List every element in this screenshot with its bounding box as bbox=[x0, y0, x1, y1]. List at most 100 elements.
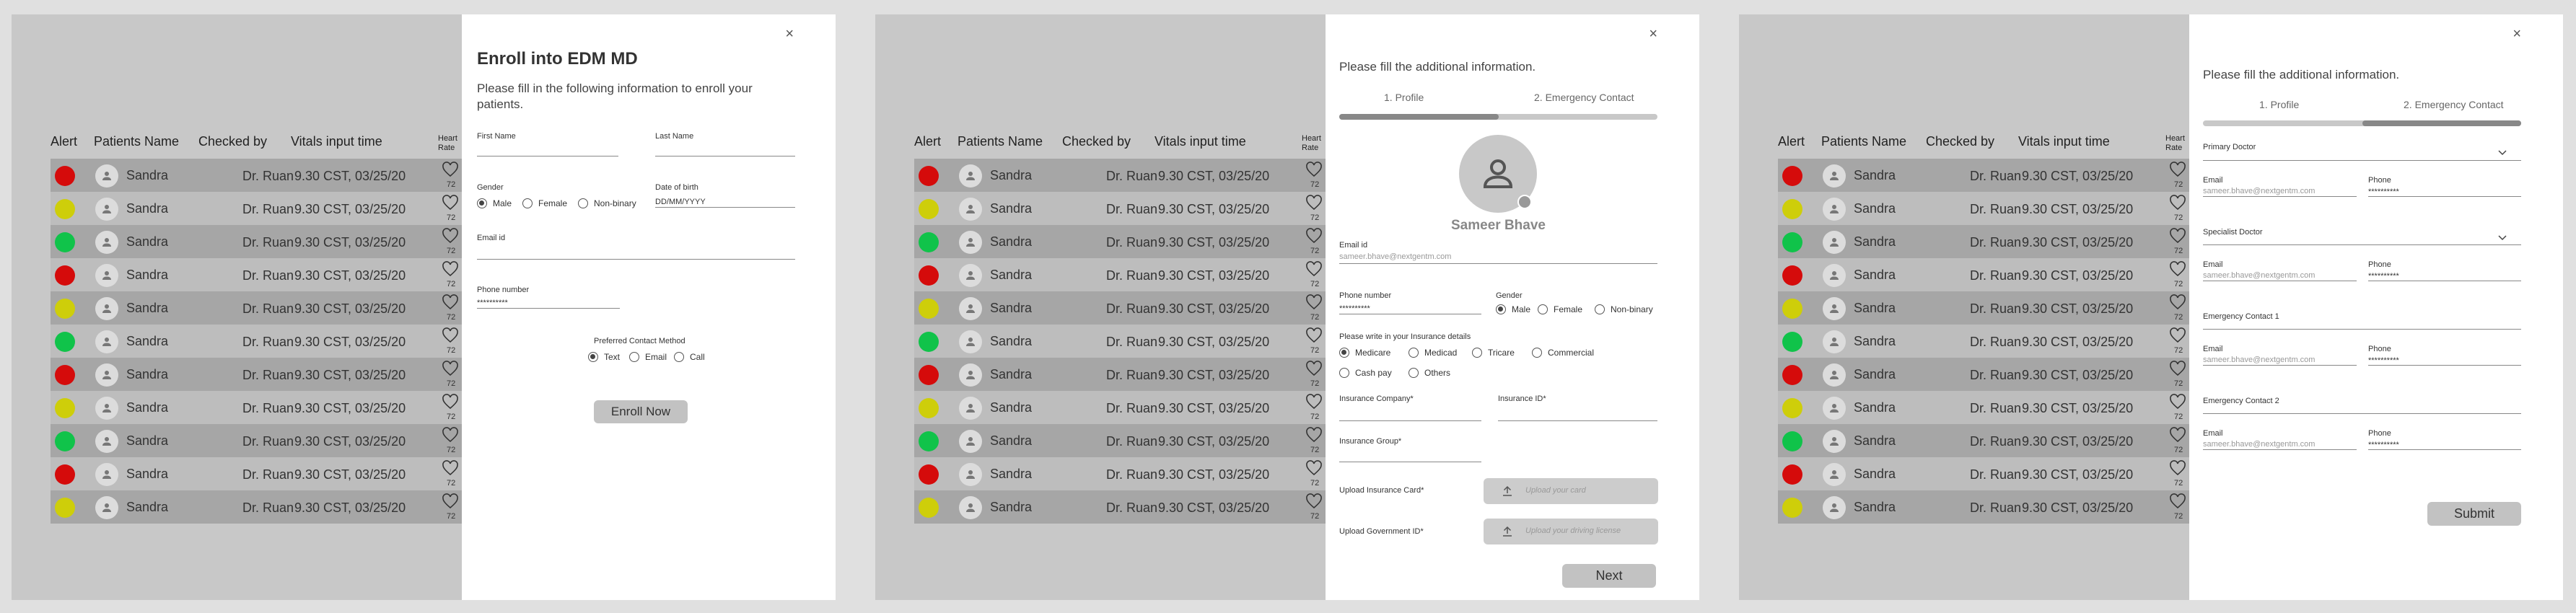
table-row[interactable]: Sandra Dr. Ruan 9.30 CST, 03/25/20 72 bbox=[914, 159, 1339, 192]
emergency-1-email-input[interactable] bbox=[2203, 365, 2357, 366]
table-row[interactable]: Sandra Dr. Ruan 9.30 CST, 03/25/20 72 bbox=[914, 391, 1339, 424]
phone-label: Phone bbox=[2368, 345, 2391, 353]
contact-call-radio[interactable]: Call bbox=[674, 352, 705, 362]
table-row[interactable]: Sandra Dr. Ruan 9.30 CST, 03/25/20 72 bbox=[51, 490, 475, 524]
table-row[interactable]: Sandra Dr. Ruan 9.30 CST, 03/25/20 72 bbox=[51, 225, 475, 258]
insurance-commercial-radio[interactable]: Commercial bbox=[1532, 348, 1594, 358]
insurance-others-radio[interactable]: Others bbox=[1409, 368, 1450, 378]
next-button[interactable]: Next bbox=[1562, 564, 1656, 588]
patient-name-cell: Sandra bbox=[126, 234, 169, 249]
checked-by-cell: Dr. Ruan bbox=[242, 434, 294, 449]
upload-gov-button[interactable]: Upload your driving license bbox=[1484, 519, 1658, 544]
table-row[interactable]: Sandra Dr. Ruan 9.30 CST, 03/25/20 72 bbox=[51, 457, 475, 490]
upload-card-button[interactable]: Upload your card bbox=[1484, 478, 1658, 504]
vitals-time-cell: 9.30 CST, 03/25/20 bbox=[2022, 368, 2134, 382]
table-row[interactable]: Sandra Dr. Ruan 9.30 CST, 03/25/20 72 bbox=[914, 225, 1339, 258]
gender-female-radio[interactable]: Female bbox=[522, 198, 567, 208]
specialist-doctor-select[interactable] bbox=[2203, 244, 2521, 245]
table-row[interactable]: Sandra Dr. Ruan 9.30 CST, 03/25/20 72 bbox=[914, 325, 1339, 358]
emergency-1-input[interactable] bbox=[2203, 329, 2521, 330]
table-row[interactable]: Sandra Dr. Ruan 9.30 CST, 03/25/20 72 bbox=[914, 424, 1339, 457]
gender-female-radio[interactable]: Female bbox=[1538, 304, 1582, 314]
table-row[interactable]: Sandra Dr. Ruan 9.30 CST, 03/25/20 72 bbox=[51, 424, 475, 457]
gender-nonbinary-radio[interactable]: Non-binary bbox=[578, 198, 636, 208]
enroll-now-button[interactable]: Enroll Now bbox=[594, 400, 688, 423]
table-row[interactable]: Sandra Dr. Ruan 9.30 CST, 03/25/20 72 bbox=[914, 291, 1339, 325]
table-row[interactable]: Sandra Dr. Ruan 9.30 CST, 03/25/20 72 bbox=[51, 391, 475, 424]
heart-rate-cell: 72 bbox=[447, 180, 456, 189]
phone-input[interactable] bbox=[477, 308, 620, 309]
contact-text-radio[interactable]: Text bbox=[588, 352, 620, 362]
insurance-cashpay-radio[interactable]: Cash pay bbox=[1339, 368, 1392, 378]
heart-icon bbox=[442, 394, 458, 410]
close-icon[interactable]: × bbox=[785, 26, 794, 43]
patient-name-cell: Sandra bbox=[1854, 400, 1896, 415]
checked-by-cell: Dr. Ruan bbox=[242, 368, 294, 382]
table-row[interactable]: Sandra Dr. Ruan 9.30 CST, 03/25/20 72 bbox=[914, 358, 1339, 391]
tab-emergency-contact[interactable]: 2. Emergency Contact bbox=[1534, 92, 1634, 103]
contact-email-radio[interactable]: Email bbox=[629, 352, 667, 362]
primary-email-input[interactable] bbox=[2203, 196, 2357, 197]
table-row[interactable]: Sandra Dr. Ruan 9.30 CST, 03/25/20 72 bbox=[51, 159, 475, 192]
insurance-id-input[interactable] bbox=[1498, 420, 1657, 421]
close-icon[interactable]: × bbox=[1649, 26, 1657, 43]
table-row[interactable]: Sandra Dr. Ruan 9.30 CST, 03/25/20 72 bbox=[1778, 258, 2202, 291]
tab-profile[interactable]: 1. Profile bbox=[2259, 99, 2299, 110]
gender-male-radio[interactable]: Male bbox=[477, 198, 512, 208]
table-row[interactable]: Sandra Dr. Ruan 9.30 CST, 03/25/20 72 bbox=[914, 457, 1339, 490]
table-row[interactable]: Sandra Dr. Ruan 9.30 CST, 03/25/20 72 bbox=[1778, 192, 2202, 225]
submit-button[interactable]: Submit bbox=[2427, 502, 2521, 526]
camera-icon[interactable] bbox=[1517, 195, 1532, 209]
table-row[interactable]: Sandra Dr. Ruan 9.30 CST, 03/25/20 72 bbox=[1778, 391, 2202, 424]
table-row[interactable]: Sandra Dr. Ruan 9.30 CST, 03/25/20 72 bbox=[1778, 291, 2202, 325]
email-input[interactable] bbox=[477, 259, 795, 260]
heart-rate-cell: 72 bbox=[2174, 379, 2183, 388]
heart-icon bbox=[2170, 327, 2186, 343]
emergency-2-input[interactable] bbox=[2203, 413, 2521, 414]
table-row[interactable]: Sandra Dr. Ruan 9.30 CST, 03/25/20 72 bbox=[51, 325, 475, 358]
table-row[interactable]: Sandra Dr. Ruan 9.30 CST, 03/25/20 72 bbox=[51, 258, 475, 291]
table-row[interactable]: Sandra Dr. Ruan 9.30 CST, 03/25/20 72 bbox=[914, 258, 1339, 291]
table-row[interactable]: Sandra Dr. Ruan 9.30 CST, 03/25/20 72 bbox=[1778, 424, 2202, 457]
table-row[interactable]: Sandra Dr. Ruan 9.30 CST, 03/25/20 72 bbox=[1778, 325, 2202, 358]
alert-indicator bbox=[1782, 299, 1802, 319]
primary-phone-input[interactable] bbox=[2368, 196, 2521, 197]
table-row[interactable]: Sandra Dr. Ruan 9.30 CST, 03/25/20 72 bbox=[51, 358, 475, 391]
checked-by-cell: Dr. Ruan bbox=[242, 169, 294, 183]
insurance-company-input[interactable] bbox=[1339, 420, 1481, 421]
vitals-time-cell: 9.30 CST, 03/25/20 bbox=[294, 169, 406, 183]
modal-subtitle: Please fill the additional information. bbox=[1339, 60, 1536, 74]
tab-profile[interactable]: 1. Profile bbox=[1384, 92, 1424, 103]
table-row[interactable]: Sandra Dr. Ruan 9.30 CST, 03/25/20 72 bbox=[1778, 457, 2202, 490]
dob-input[interactable] bbox=[655, 207, 795, 208]
gender-nonbinary-radio[interactable]: Non-binary bbox=[1595, 304, 1653, 314]
phone-label: Phone number bbox=[1339, 291, 1392, 300]
alert-indicator bbox=[919, 166, 939, 186]
emergency-1-phone-input[interactable] bbox=[2368, 365, 2521, 366]
tab-emergency-contact[interactable]: 2. Emergency Contact bbox=[2404, 99, 2504, 110]
table-row[interactable]: Sandra Dr. Ruan 9.30 CST, 03/25/20 72 bbox=[914, 490, 1339, 524]
table-row[interactable]: Sandra Dr. Ruan 9.30 CST, 03/25/20 72 bbox=[51, 192, 475, 225]
alert-indicator bbox=[55, 365, 75, 385]
alert-indicator bbox=[1782, 498, 1802, 518]
insurance-medicare-radio[interactable]: Medicare bbox=[1339, 348, 1390, 358]
checked-by-cell: Dr. Ruan bbox=[242, 268, 294, 283]
close-icon[interactable]: × bbox=[2513, 26, 2521, 43]
table-row[interactable]: Sandra Dr. Ruan 9.30 CST, 03/25/20 72 bbox=[914, 192, 1339, 225]
emergency-2-phone-input[interactable] bbox=[2368, 449, 2521, 450]
insurance-medicad-radio[interactable]: Medicad bbox=[1409, 348, 1457, 358]
table-row[interactable]: Sandra Dr. Ruan 9.30 CST, 03/25/20 72 bbox=[1778, 358, 2202, 391]
heart-icon bbox=[442, 460, 458, 476]
avatar bbox=[1823, 231, 1846, 254]
chevron-down-icon[interactable] bbox=[2498, 235, 2507, 241]
chevron-down-icon[interactable] bbox=[2498, 150, 2507, 156]
table-row[interactable]: Sandra Dr. Ruan 9.30 CST, 03/25/20 72 bbox=[1778, 159, 2202, 192]
emergency-2-email-input[interactable] bbox=[2203, 449, 2357, 450]
email-input[interactable] bbox=[1339, 263, 1657, 264]
table-row[interactable]: Sandra Dr. Ruan 9.30 CST, 03/25/20 72 bbox=[51, 291, 475, 325]
gender-male-radio[interactable]: Male bbox=[1496, 304, 1530, 314]
insurance-tricare-radio[interactable]: Tricare bbox=[1472, 348, 1515, 358]
table-row[interactable]: Sandra Dr. Ruan 9.30 CST, 03/25/20 72 bbox=[1778, 225, 2202, 258]
primary-doctor-select[interactable] bbox=[2203, 160, 2521, 161]
table-row[interactable]: Sandra Dr. Ruan 9.30 CST, 03/25/20 72 bbox=[1778, 490, 2202, 524]
